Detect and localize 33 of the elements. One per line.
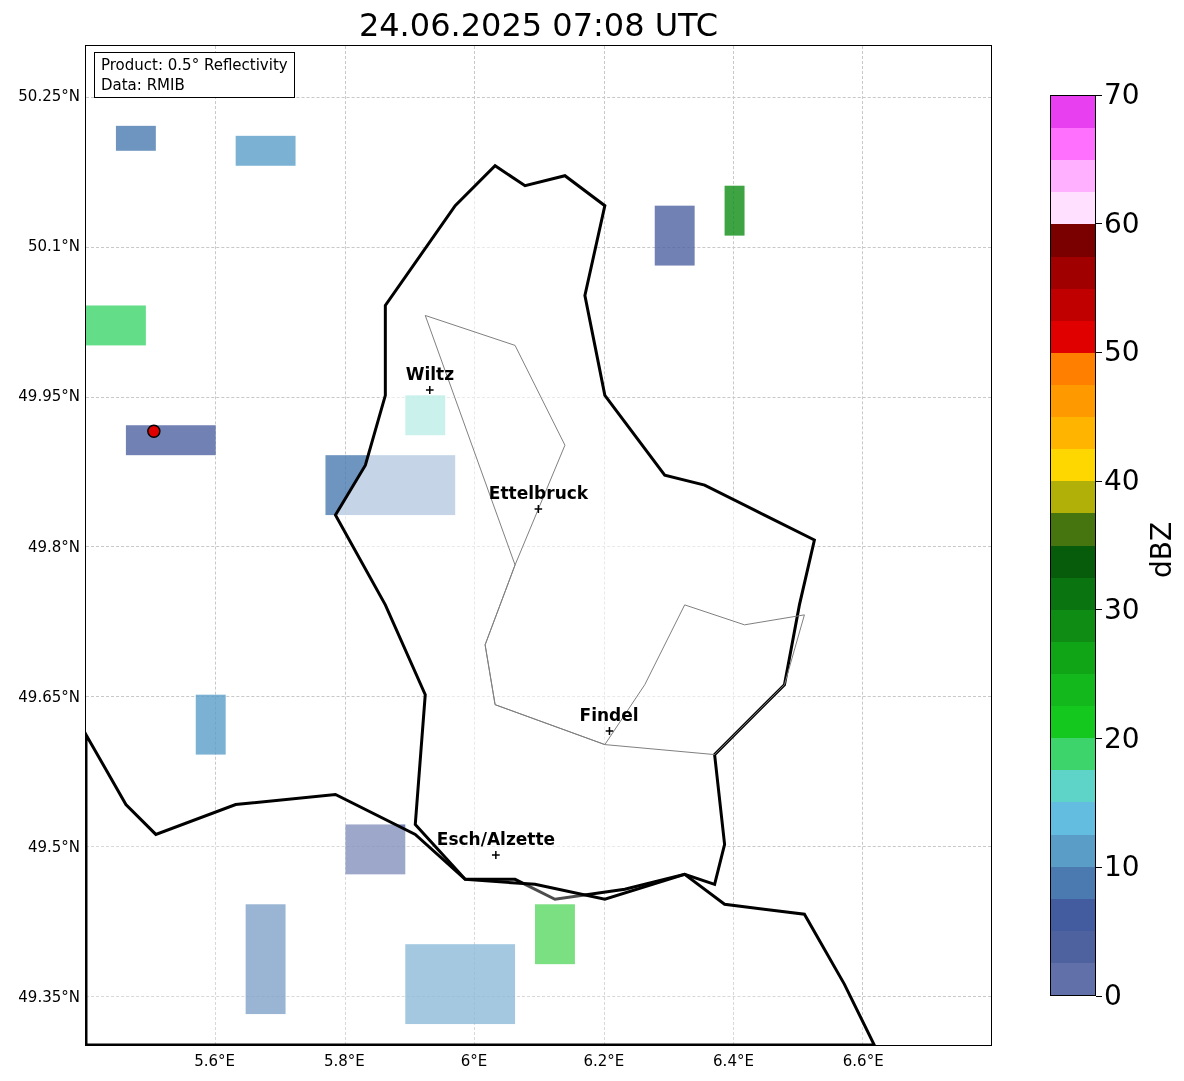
city-marker-icon bbox=[425, 385, 434, 394]
city-label: Wiltz bbox=[405, 363, 455, 384]
y-tick-label: 49.65°N bbox=[18, 687, 80, 706]
colorbar-tick-label: 10 bbox=[1104, 851, 1140, 884]
x-tick-label: 6.2°E bbox=[583, 1051, 625, 1072]
colorbar-label: dBZ bbox=[1144, 521, 1179, 579]
city-label: Esch/Alzette bbox=[436, 829, 556, 850]
x-tick-label: 6.6°E bbox=[842, 1051, 884, 1072]
y-tick-label: 49.35°N bbox=[18, 987, 80, 1006]
chart-title: 24.06.2025 07:08 UTC bbox=[357, 5, 720, 46]
info-text: Product: 0.5° Reflectivity bbox=[101, 55, 288, 75]
y-tick-label: 50.25°N bbox=[18, 87, 80, 106]
x-tick-label: 6°E bbox=[460, 1051, 488, 1072]
y-tick-label: 49.5°N bbox=[27, 837, 80, 856]
y-tick-label: 49.95°N bbox=[18, 387, 80, 406]
y-tick-label: 50.1°N bbox=[27, 237, 80, 256]
info-text: Data: RMIB bbox=[101, 75, 186, 95]
colorbar-tick-label: 30 bbox=[1104, 593, 1140, 626]
y-tick-label: 49.8°N bbox=[27, 537, 80, 556]
colorbar-tick-label: 0 bbox=[1104, 980, 1122, 1012]
colorbar-tick-label: 70 bbox=[1104, 79, 1140, 111]
colorbar-tick-label: 40 bbox=[1104, 465, 1140, 498]
colorbar-tick-label: 50 bbox=[1104, 336, 1140, 369]
x-tick-label: 6.4°E bbox=[713, 1051, 754, 1072]
city-marker-icon bbox=[605, 727, 614, 736]
city-marker-icon bbox=[491, 851, 500, 860]
x-tick-label: 5.6°E bbox=[194, 1051, 236, 1072]
city-marker-icon bbox=[534, 504, 543, 513]
city-label: Findel bbox=[579, 705, 639, 726]
city-label: Ettelbruck bbox=[488, 482, 589, 503]
colorbar-tick-label: 60 bbox=[1104, 207, 1140, 240]
x-tick-label: 5.8°E bbox=[323, 1051, 365, 1072]
colorbar-tick-label: 20 bbox=[1104, 722, 1140, 755]
